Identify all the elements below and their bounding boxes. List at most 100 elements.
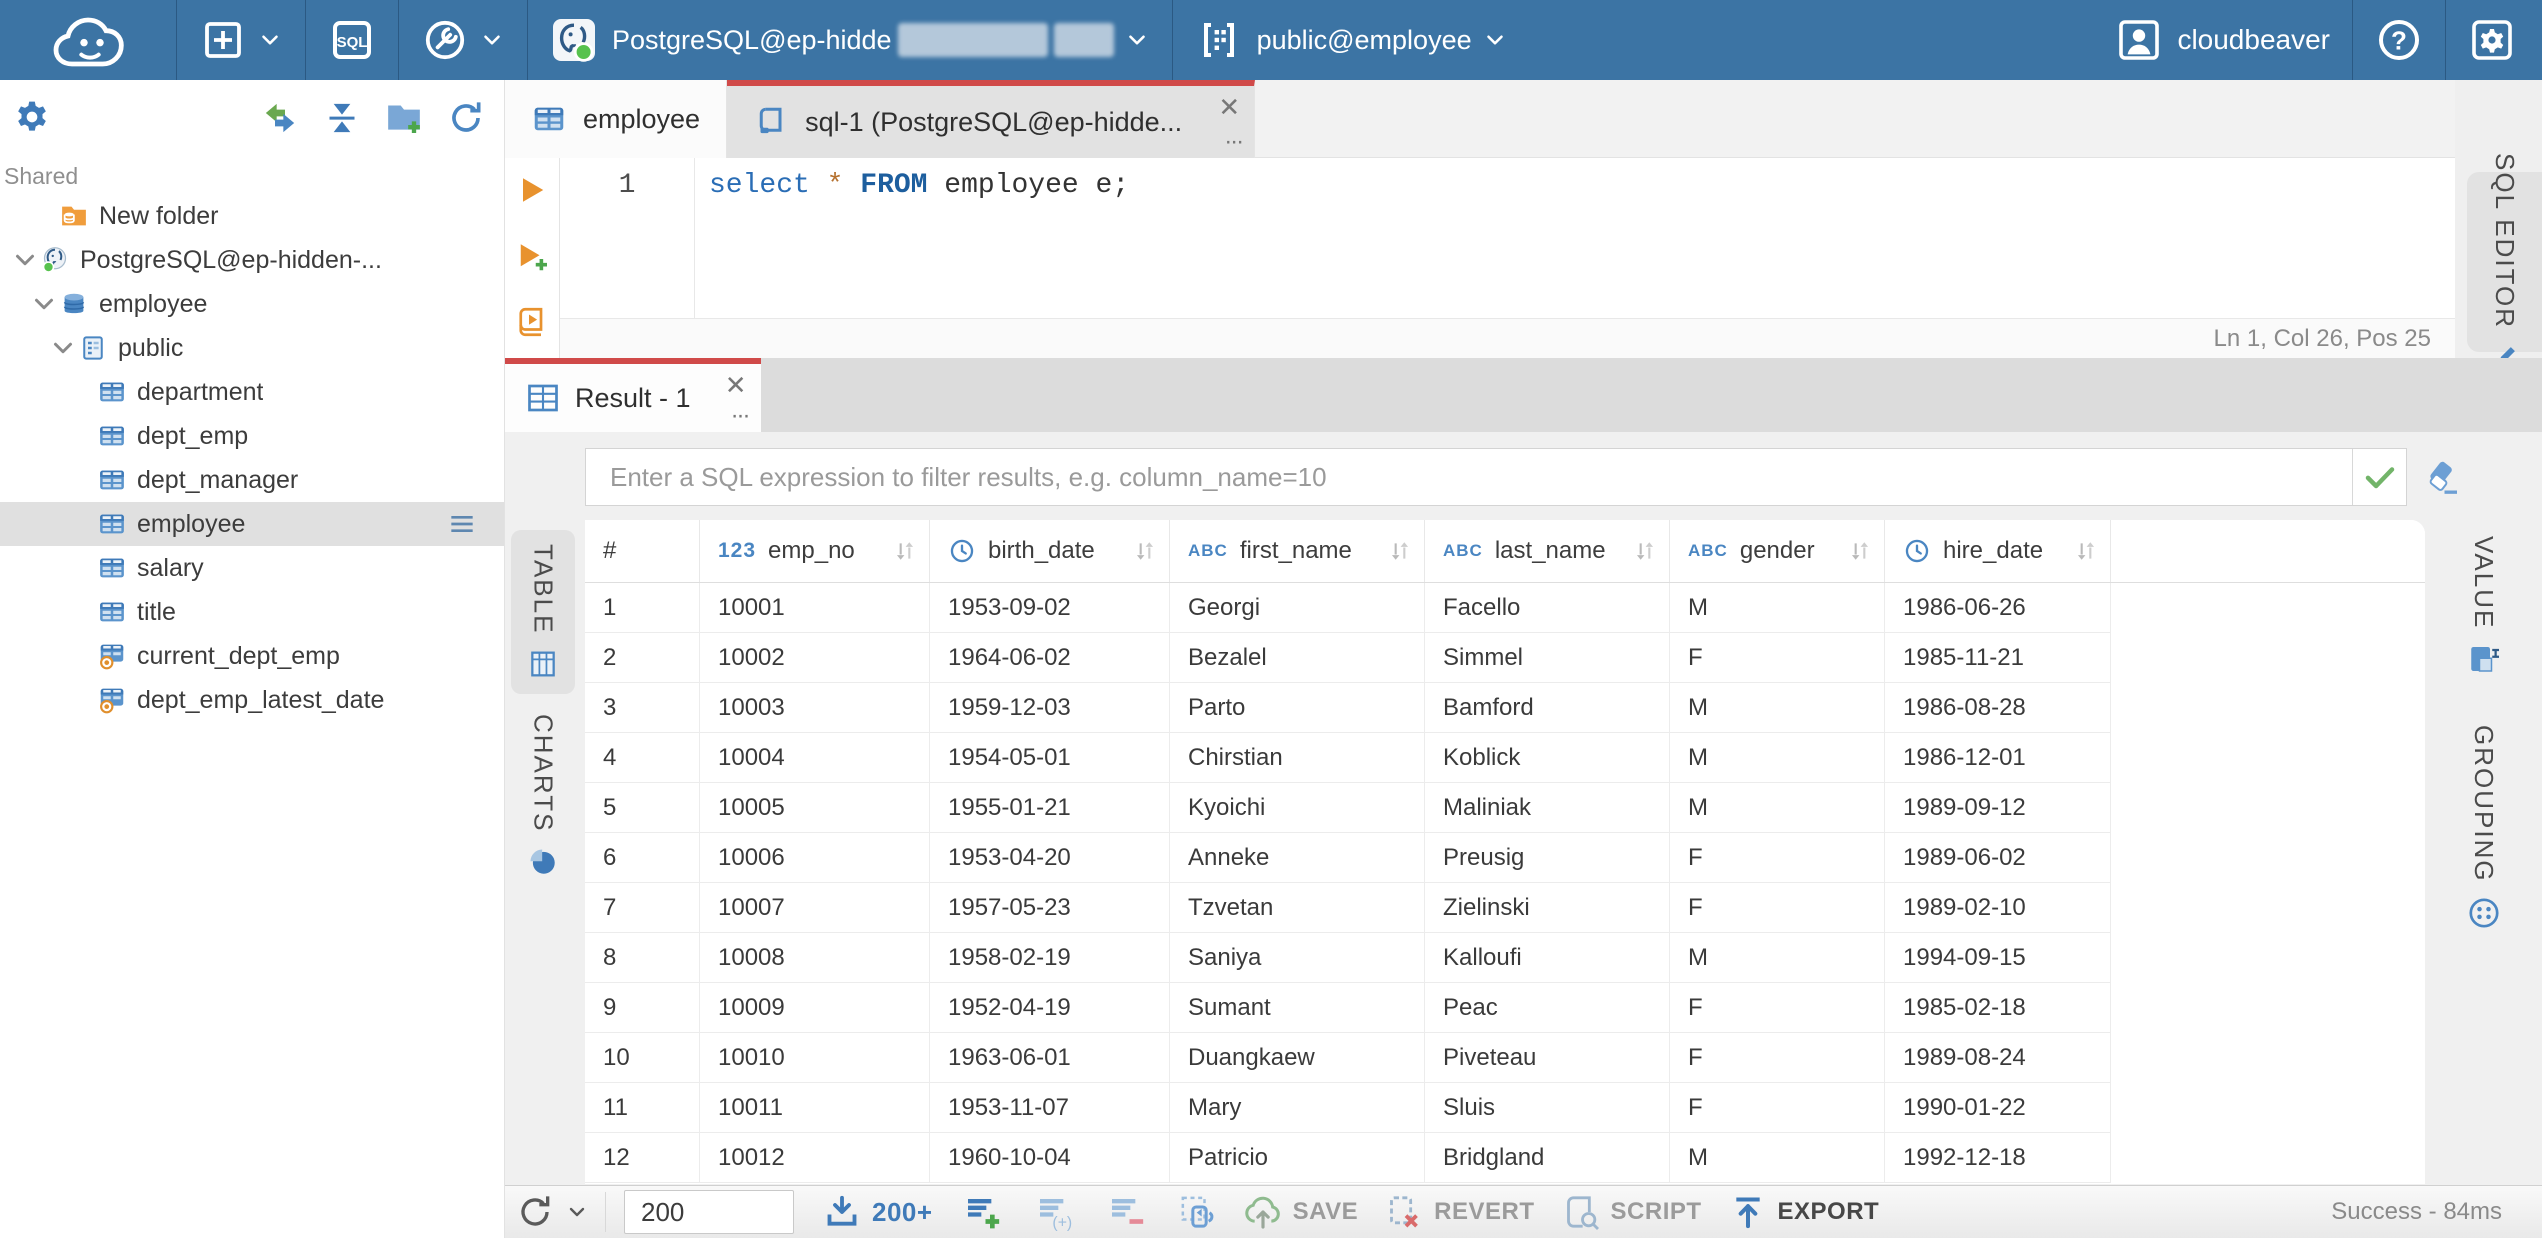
duplicate-row-icon[interactable]: (+) [1035,1192,1075,1232]
tab-employee[interactable]: employee [505,80,728,158]
navigator-settings-gear-icon[interactable] [12,97,52,137]
data-cell[interactable]: Chirstian [1170,733,1425,782]
collapse-all-icon[interactable] [322,98,362,138]
apply-filter-button[interactable] [2352,449,2406,505]
table-row[interactable]: 9 10009 1952-04-19 Sumant Peac F 1985-02-18 [585,983,2111,1033]
data-cell[interactable]: Peac [1425,983,1670,1032]
sort-icon[interactable] [1386,537,1414,565]
add-row-icon[interactable] [963,1192,1003,1232]
sort-icon[interactable] [891,537,919,565]
data-cell[interactable]: 1953-11-07 [930,1083,1170,1132]
data-cell[interactable]: Bridgland [1425,1133,1670,1182]
delete-row-icon[interactable] [1107,1192,1147,1232]
data-cell[interactable]: 10004 [700,733,930,782]
tab-result-1[interactable]: Result - 1 ✕ ··· [505,358,761,432]
column-header-hire_date[interactable]: hire_date [1885,520,2111,582]
sql-editor-button[interactable]: SQL [306,0,398,80]
data-cell[interactable]: 10003 [700,683,930,732]
close-icon[interactable]: ✕ [1218,94,1240,120]
tree-item-employee[interactable]: employee [0,502,504,546]
column-header-emp_no[interactable]: 123 emp_no [700,520,930,582]
tree-item-postgresql-ep-hidden--[interactable]: PostgreSQL@ep-hidden-... [0,238,504,282]
data-cell[interactable]: Mary [1170,1083,1425,1132]
data-cell[interactable]: F [1670,1083,1885,1132]
data-cell[interactable]: 10012 [700,1133,930,1182]
tree-item-public[interactable]: public [0,326,504,370]
expand-chevron-icon[interactable] [29,289,59,319]
data-cell[interactable]: 1985-02-18 [1885,983,2111,1032]
data-cell[interactable]: M [1670,1133,1885,1182]
table-row[interactable]: 3 10003 1959-12-03 Parto Bamford M 1986-08-28 [585,683,2111,733]
expand-chevron-icon[interactable] [48,333,78,363]
data-cell[interactable]: Parto [1170,683,1425,732]
row-limit-input[interactable] [624,1190,794,1234]
data-cell[interactable]: F [1670,883,1885,932]
data-cell[interactable]: Bezalel [1170,633,1425,682]
filter-input[interactable] [586,449,2352,505]
data-cell[interactable]: 1994-09-15 [1885,933,2111,982]
data-cell[interactable]: 1954-05-01 [930,733,1170,782]
script-button[interactable]: SCRIPT [1561,1192,1702,1232]
data-cell[interactable]: 1989-06-02 [1885,833,2111,882]
data-cell[interactable]: 1952-04-19 [930,983,1170,1032]
sql-editor-side-tab[interactable]: SQL EDITOR [2467,153,2542,369]
data-cell[interactable]: Koblick [1425,733,1670,782]
tab-menu-icon[interactable]: ··· [1224,130,1244,154]
data-cell[interactable]: M [1670,733,1885,782]
data-cell[interactable]: 1989-09-12 [1885,783,2111,832]
schema-selector[interactable]: public@employee [1173,0,1530,80]
data-cell[interactable]: M [1670,783,1885,832]
column-header-last_name[interactable]: ABC last_name [1425,520,1670,582]
data-cell[interactable]: F [1670,833,1885,882]
sort-icon[interactable] [1631,537,1659,565]
data-cell[interactable]: F [1670,1033,1885,1082]
table-row[interactable]: 2 10002 1964-06-02 Bezalel Simmel F 1985-11-21 [585,633,2111,683]
data-cell[interactable]: Sluis [1425,1083,1670,1132]
data-cell[interactable]: 1957-05-23 [930,883,1170,932]
data-cell[interactable]: 1953-04-20 [930,833,1170,882]
data-cell[interactable]: 1990-01-22 [1885,1083,2111,1132]
column-header-gender[interactable]: ABC gender [1670,520,1885,582]
table-row[interactable]: 5 10005 1955-01-21 Kyoichi Maliniak M 1989-09-… [585,783,2111,833]
data-cell[interactable]: F [1670,633,1885,682]
data-cell[interactable]: 1959-12-03 [930,683,1170,732]
data-cell[interactable]: 1986-06-26 [1885,583,2111,632]
table-row[interactable]: 7 10007 1957-05-23 Tzvetan Zielinski F 1989-02… [585,883,2111,933]
tree-item-department[interactable]: department [0,370,504,414]
revert-button[interactable]: REVERT [1384,1192,1534,1232]
table-row[interactable]: 11 10011 1953-11-07 Mary Sluis F 1990-01-22 [585,1083,2111,1133]
driver-tools-button[interactable] [399,0,527,80]
tree-item-current_dept_emp[interactable]: current_dept_emp [0,634,504,678]
data-cell[interactable]: Piveteau [1425,1033,1670,1082]
table-row[interactable]: 12 10012 1960-10-04 Patricio Bridgland M 1992-… [585,1133,2111,1183]
table-row[interactable]: 1 10001 1953-09-02 Georgi Facello M 1986-06-26 [585,583,2111,633]
data-cell[interactable]: 10006 [700,833,930,882]
tree-item-dept_emp[interactable]: dept_emp [0,414,504,458]
data-cell[interactable]: 1963-06-01 [930,1033,1170,1082]
data-cell[interactable]: Sumant [1170,983,1425,1032]
data-cell[interactable]: Preusig [1425,833,1670,882]
tab-value-panel[interactable]: VALUE [2466,536,2502,677]
column-header-birth_date[interactable]: birth_date [930,520,1170,582]
user-menu[interactable]: cloudbeaver [2093,0,2352,80]
data-cell[interactable]: M [1670,933,1885,982]
data-cell[interactable]: Simmel [1425,633,1670,682]
data-cell[interactable]: 1985-11-21 [1885,633,2111,682]
data-cell[interactable]: Anneke [1170,833,1425,882]
data-cell[interactable]: Patricio [1170,1133,1425,1182]
data-cell[interactable]: 1964-06-02 [930,633,1170,682]
data-cell[interactable]: 1989-02-10 [1885,883,2111,932]
data-cell[interactable]: M [1670,583,1885,632]
refresh-rows-icon[interactable] [1177,1192,1217,1232]
execute-new-tab-icon[interactable] [514,238,550,274]
data-cell[interactable]: Bamford [1425,683,1670,732]
new-folder-icon[interactable] [384,98,424,138]
data-cell[interactable]: 1986-12-01 [1885,733,2111,782]
connection-selector[interactable]: PostgreSQL@ep-hidde [528,0,1172,80]
refresh-tree-icon[interactable] [446,98,486,138]
data-cell[interactable]: Kalloufi [1425,933,1670,982]
table-row[interactable]: 4 10004 1954-05-01 Chirstian Koblick M 1986-12… [585,733,2111,783]
data-cell[interactable]: Facello [1425,583,1670,632]
data-cell[interactable]: F [1670,983,1885,1032]
new-object-button[interactable] [177,0,305,80]
